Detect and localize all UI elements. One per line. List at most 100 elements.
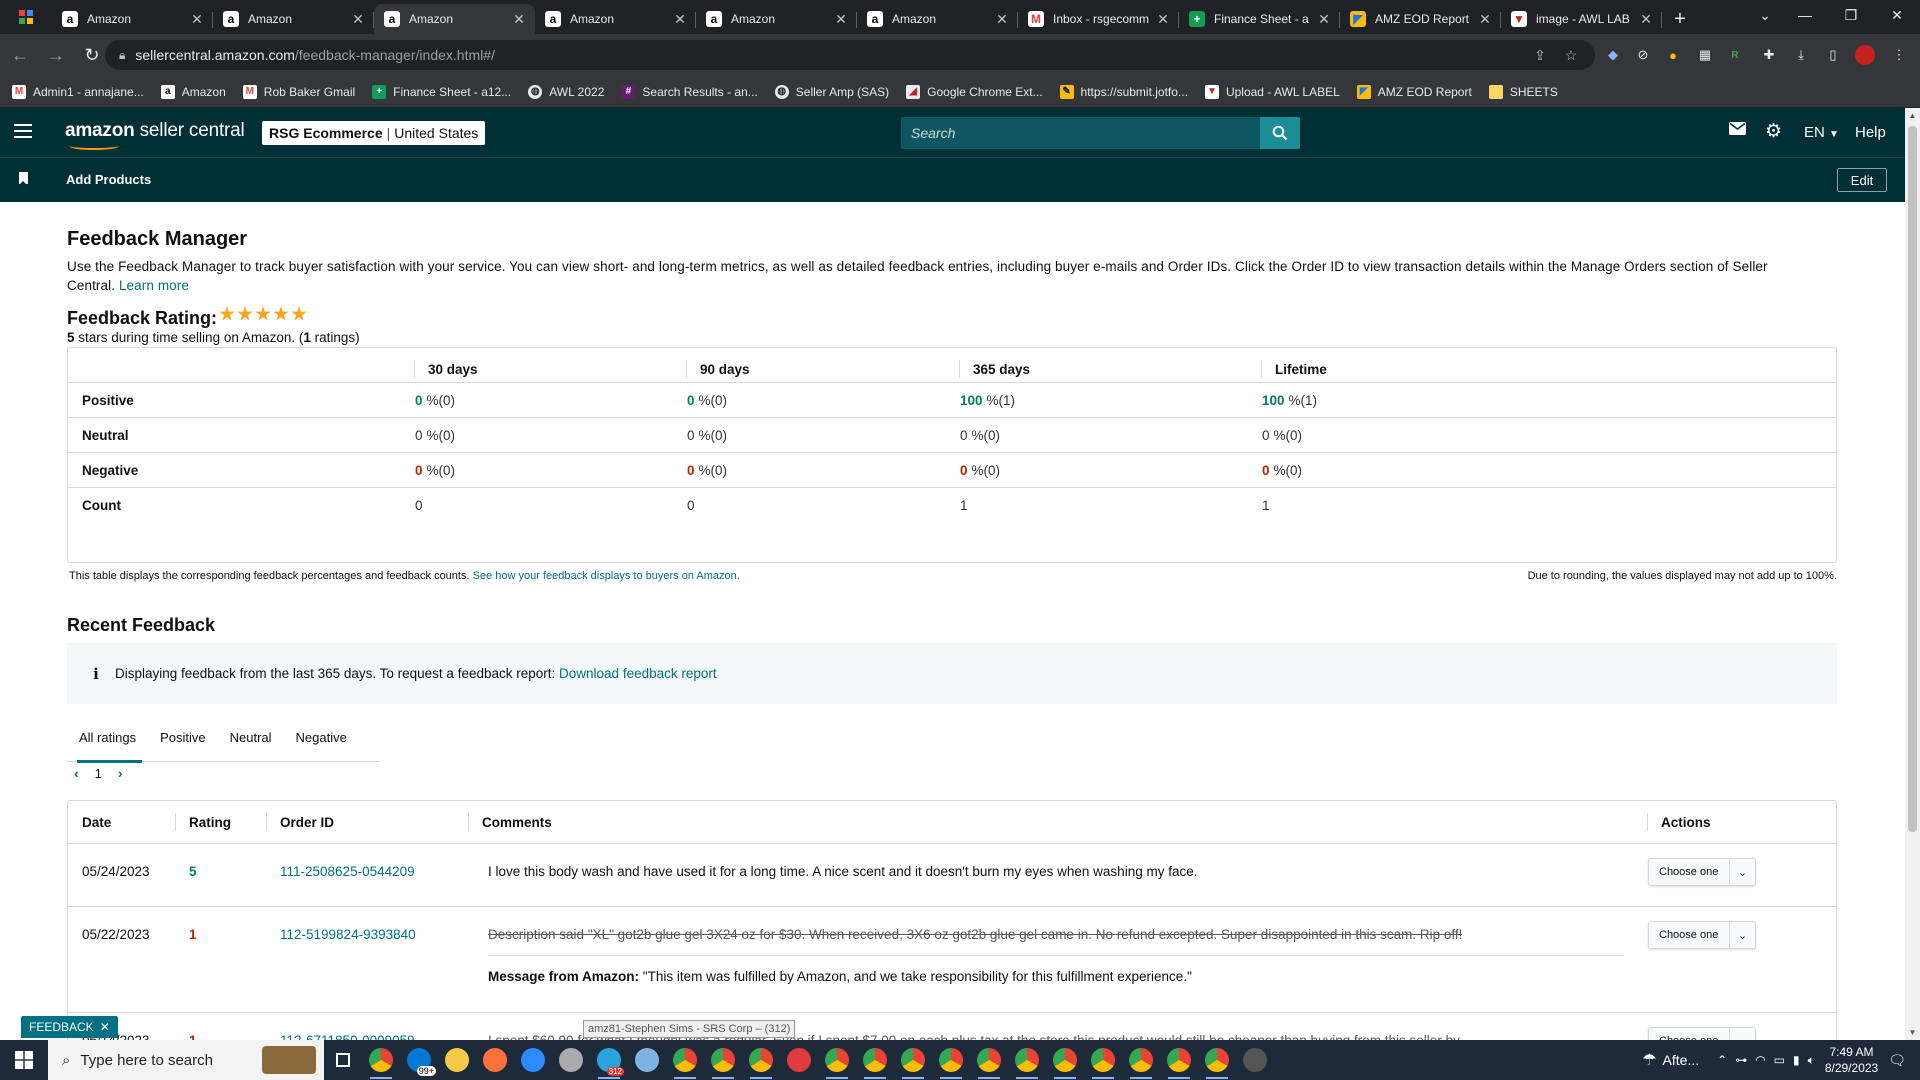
bookmark-star-icon[interactable]: ☆ xyxy=(1556,40,1586,70)
taskbar-app[interactable] xyxy=(780,1040,818,1080)
taskbar-app[interactable] xyxy=(1046,1040,1084,1080)
tab-neutral[interactable]: Neutral xyxy=(218,714,284,762)
taskbar-app[interactable] xyxy=(894,1040,932,1080)
current-page[interactable]: 1 xyxy=(95,766,102,781)
tray-wifi-icon[interactable]: ◠ xyxy=(1755,1053,1765,1067)
chrome-menu-icon[interactable]: ⋮ xyxy=(1886,42,1912,68)
help-link[interactable]: Help xyxy=(1855,124,1886,141)
bookmark-item[interactable]: # Search Results - an... xyxy=(621,84,758,99)
close-tab-icon[interactable]: ✕ xyxy=(672,11,688,28)
browser-tab[interactable]: a Amazon ✕ xyxy=(213,4,374,34)
bookmark-item[interactable]: M Rob Baker Gmail xyxy=(242,84,355,99)
browser-tab[interactable]: a Amazon ✕ xyxy=(52,4,213,34)
search-input[interactable]: Search xyxy=(901,117,1265,149)
restore-button[interactable]: ❐ xyxy=(1828,0,1874,30)
edit-button[interactable]: Edit xyxy=(1837,168,1887,192)
tab-negative[interactable]: Negative xyxy=(284,714,359,762)
close-tab-icon[interactable]: ✕ xyxy=(511,11,527,28)
share-icon[interactable]: ⇪ xyxy=(1525,40,1555,70)
choose-action-dropdown[interactable]: Choose one⌄ xyxy=(1648,921,1756,949)
taskbar-app[interactable] xyxy=(1198,1040,1236,1080)
close-tab-icon[interactable]: ✕ xyxy=(189,11,205,28)
tray-chevron-up-icon[interactable]: ⌃ xyxy=(1717,1053,1727,1067)
extension-off-icon[interactable]: ⊘ xyxy=(1630,42,1656,68)
close-icon[interactable]: ✕ xyxy=(100,1020,110,1034)
taskbar-app[interactable] xyxy=(742,1040,780,1080)
extension-circle-icon[interactable]: ● xyxy=(1660,42,1686,68)
browser-tab[interactable]: ◤ AMZ EOD Report ✕ xyxy=(1340,4,1501,34)
profile-avatar[interactable] xyxy=(1852,42,1878,68)
taskbar-app[interactable] xyxy=(362,1040,400,1080)
download-feedback-report-link[interactable]: Download feedback report xyxy=(559,666,717,681)
browser-tab[interactable]: ▼ image - AWL LAB ✕ xyxy=(1501,4,1662,34)
taskbar-app[interactable] xyxy=(438,1040,476,1080)
tray-battery-icon[interactable]: ▮ xyxy=(1793,1053,1800,1067)
close-tab-icon[interactable]: ✕ xyxy=(1155,11,1171,28)
add-products-link[interactable]: Add Products xyxy=(66,172,151,187)
taskbar-app[interactable] xyxy=(932,1040,970,1080)
taskbar-app[interactable] xyxy=(476,1040,514,1080)
bookmark-item[interactable]: ◤ AMZ EOD Report xyxy=(1356,84,1472,99)
order-id-link[interactable]: 111-2508625-0544209 xyxy=(280,864,415,879)
order-id-link[interactable]: 112-6711850-0009059 xyxy=(280,1033,415,1040)
language-selector[interactable]: EN ▼ xyxy=(1804,124,1839,141)
tab-positive[interactable]: Positive xyxy=(148,714,218,762)
close-tab-icon[interactable]: ✕ xyxy=(1638,11,1654,28)
notifications-icon[interactable]: 🗨︎ xyxy=(1888,1052,1906,1069)
feedback-widget[interactable]: FEEDBACK ✕ xyxy=(21,1016,118,1038)
close-window-button[interactable]: ✕ xyxy=(1874,0,1920,30)
bookmark-item[interactable]: ✎ https://submit.jotfo... xyxy=(1059,84,1188,99)
bookmark-item[interactable]: ■ SHEETS xyxy=(1488,84,1558,99)
close-tab-icon[interactable]: ✕ xyxy=(833,11,849,28)
search-button[interactable] xyxy=(1260,117,1300,149)
taskbar-app[interactable] xyxy=(1084,1040,1122,1080)
extension-image-icon[interactable]: ▦ xyxy=(1692,42,1718,68)
minimize-button[interactable]: — xyxy=(1782,0,1828,30)
bookmark-item[interactable]: ◢ Google Chrome Ext... xyxy=(906,84,1043,99)
taskbar-app[interactable] xyxy=(666,1040,704,1080)
task-view-icon[interactable] xyxy=(324,1040,362,1080)
bookmark-icon[interactable] xyxy=(19,172,28,185)
taskbar-search-input[interactable]: ⌕ Type here to search xyxy=(48,1040,324,1080)
reload-button[interactable]: ↻ xyxy=(76,39,108,71)
taskbar-app[interactable] xyxy=(856,1040,894,1080)
next-page-icon[interactable]: › xyxy=(118,765,123,781)
scroll-down-icon[interactable]: ▼ xyxy=(1908,1028,1917,1037)
tray-network-icon[interactable]: ⊶ xyxy=(1735,1053,1747,1067)
previous-page-icon[interactable]: ‹ xyxy=(74,765,79,781)
bookmark-item[interactable]: M Admin1 - annajane... xyxy=(12,84,144,99)
clock[interactable]: 7:49 AM 8/29/2023 xyxy=(1825,1044,1878,1076)
downloads-icon[interactable]: ⤓ xyxy=(1788,42,1814,68)
extension-r-icon[interactable]: R xyxy=(1722,42,1748,68)
page-scrollbar[interactable]: ▲ ▼ xyxy=(1905,108,1920,1040)
bookmark-item[interactable]: ◍ Seller Amp (SAS) xyxy=(774,84,889,99)
close-tab-icon[interactable]: ✕ xyxy=(994,11,1010,28)
choose-action-dropdown[interactable]: Choose one⌄ xyxy=(1648,858,1756,886)
bookmark-item[interactable]: a Amazon xyxy=(160,84,226,99)
taskbar-app[interactable]: 99+ xyxy=(400,1040,438,1080)
taskbar-app[interactable] xyxy=(818,1040,856,1080)
tab-all-ratings[interactable]: All ratings xyxy=(67,714,148,763)
store-selector[interactable]: RSG Ecommerce | United States xyxy=(262,121,486,145)
seller-central-logo[interactable]: amazon seller central xyxy=(65,120,245,150)
taskbar-app[interactable] xyxy=(1160,1040,1198,1080)
scrollbar-thumb[interactable] xyxy=(1908,126,1917,832)
extension-puzzle-blue-icon[interactable]: ◆ xyxy=(1600,42,1626,68)
side-panel-icon[interactable]: ▯ xyxy=(1820,42,1846,68)
tab-search-icon[interactable] xyxy=(0,0,52,34)
extensions-puzzle-icon[interactable]: ✚ xyxy=(1756,42,1782,68)
choose-action-dropdown[interactable]: Choose one⌄ xyxy=(1648,1027,1756,1040)
taskbar-app[interactable] xyxy=(628,1040,666,1080)
bookmark-item[interactable]: ▼ Upload - AWL LABEL xyxy=(1204,84,1340,99)
taskbar-app[interactable] xyxy=(514,1040,552,1080)
learn-more-link[interactable]: Learn more xyxy=(119,278,189,293)
forward-button[interactable]: → xyxy=(40,39,72,71)
taskbar-app[interactable] xyxy=(552,1040,590,1080)
close-tab-icon[interactable]: ✕ xyxy=(350,11,366,28)
taskbar-app[interactable] xyxy=(1008,1040,1046,1080)
taskbar-app[interactable]: 312 xyxy=(590,1040,628,1080)
address-bar[interactable]: 🔒︎ sellercentral.amazon.com/feedback-man… xyxy=(105,40,1595,70)
browser-tab[interactable]: a Amazon ✕ xyxy=(696,4,857,34)
bookmark-item[interactable]: ◍ AWL 2022 xyxy=(528,84,604,99)
hamburger-menu-icon[interactable] xyxy=(14,124,32,138)
